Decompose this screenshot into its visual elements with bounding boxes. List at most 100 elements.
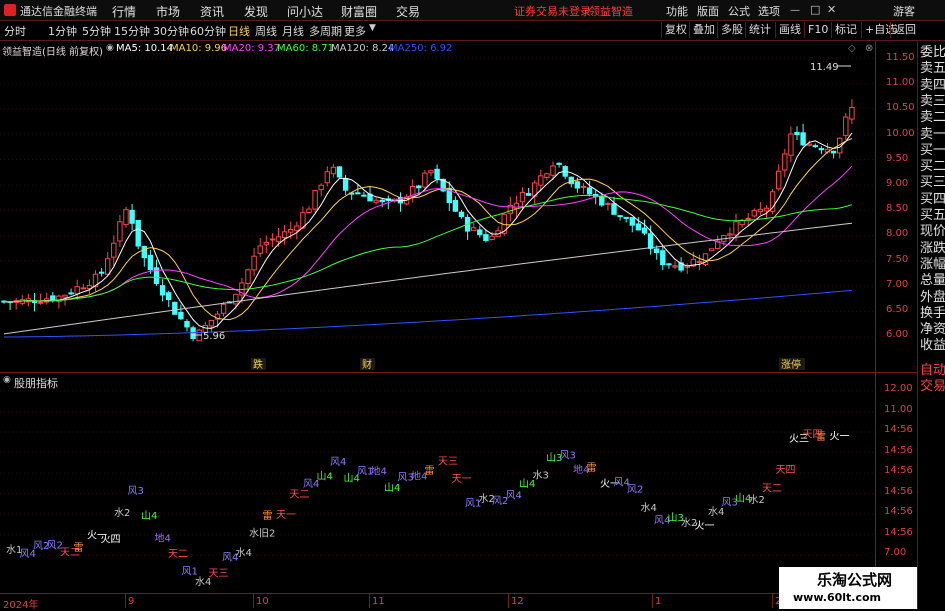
menu-hangqing[interactable]: 行情 [112,3,136,20]
menu-gongshi[interactable]: 公式 [728,3,750,19]
candlestick-chart[interactable]: 11.49 5.96 跌 财 涨停 [0,41,875,371]
menu-faxian[interactable]: 发现 [244,3,268,20]
period-tab-weekly[interactable]: 周线 [255,23,277,39]
period-tab-more[interactable]: 更多 [344,23,366,39]
quote-field-0[interactable]: 委比 [920,45,945,61]
indicator-label: 天四 [776,465,796,476]
menu-shichang[interactable]: 市场 [156,3,180,20]
period-tab-multi[interactable]: 多周期 [309,23,342,39]
candle [684,263,690,274]
candle [129,204,135,231]
indicator-label: 天一 [452,474,472,485]
quote-field-11[interactable]: 现价 [920,224,945,240]
candle [263,235,270,254]
candle [672,261,678,270]
panel-divider[interactable] [0,372,917,373]
trade-login-warning[interactable]: 证券交易未登录 [514,3,591,19]
quote-field-12[interactable]: 涨跌 [920,241,945,257]
price-tick: 8.50 [886,203,909,215]
minimize-icon[interactable]: — [790,5,800,16]
indicator-chart[interactable]: 水1风4风2风2天二雷火一火四水2风3山4地4天二风1水4天三风4水4水旧2雷天… [0,373,875,593]
candle [629,217,635,233]
candle [708,248,715,252]
candle [306,206,312,213]
menu-caifuquan[interactable]: 财富圈 [341,3,377,20]
period-tab-60min[interactable]: 60分钟 [190,23,226,39]
indicator-tick: 14:56 [884,444,913,456]
indicator-tick: 7.00 [884,547,907,558]
guest-user[interactable]: 游客 [893,3,915,19]
quote-field-8[interactable]: 买三 [920,175,945,191]
candle [666,263,672,269]
quote-field-2[interactable]: 卖四 [920,78,945,94]
back-button[interactable]: 返回 [890,22,919,38]
candle [782,148,788,178]
candle [769,188,776,215]
candle [495,226,501,237]
diejia-button[interactable]: 叠加 [689,22,718,38]
quote-field-16[interactable]: 换手 [920,306,945,322]
quote-field-9[interactable]: 买四 [920,192,945,208]
candle [788,126,794,163]
price-tick: 6.50 [886,304,909,315]
quote-field-7[interactable]: 买二 [920,159,945,175]
quote-field-14[interactable]: 总量 [920,273,945,289]
indicator-label: 水旧2 [249,527,275,539]
quote-field-13[interactable]: 涨幅 [920,257,945,273]
candle [324,166,331,187]
menu-wenxiaoda[interactable]: 问小达 [287,3,323,20]
period-tab-fenshi[interactable]: 分时 [4,23,26,39]
menu-banmian[interactable]: 版面 [697,3,719,19]
tongji-button[interactable]: 统计 [745,22,774,38]
fuquan-button[interactable]: 复权 [661,22,690,38]
quote-field-18[interactable]: 收益 [920,338,945,354]
quote-field-15[interactable]: 外盘 [920,290,945,306]
price-tick: 10.00 [886,127,915,139]
quote-field-5[interactable]: 卖一 [920,127,945,143]
indicator-label: 风3 [128,485,144,497]
indicator-label: 风4 [506,489,522,501]
period-tab-5min[interactable]: 5分钟 [82,23,111,39]
indicator-tick: 11.00 [884,403,913,415]
close-icon[interactable]: ✕ [827,3,836,16]
menu-bar: 通达信金融终端 行情 市场 资讯 发现 问小达 财富圈 交易 证券交易未登录 领… [0,0,945,21]
candle [452,196,459,213]
quote-field-10[interactable]: 买五 [920,208,945,224]
app-title: 通达信金融终端 [20,5,97,18]
quote-field-3[interactable]: 卖三 [920,94,945,110]
candle [373,197,379,205]
stock-name-alert[interactable]: 领益智造 [589,3,633,19]
quote-field-20[interactable]: 交易 [920,379,945,395]
duogu-button[interactable]: 多股 [717,22,746,38]
f10-button[interactable]: F10 [804,22,831,38]
candle [696,254,703,271]
menu-xuanxiang[interactable]: 选项 [758,3,780,19]
biaoji-button[interactable]: 标记 [831,22,860,38]
menu-zixun[interactable]: 资讯 [200,3,224,20]
menu-jiaoyi[interactable]: 交易 [396,3,420,20]
indicator-label: 雷 [263,510,273,522]
chevron-down-icon[interactable]: ▼ [369,23,376,33]
menu-gongneng[interactable]: 功能 [666,3,688,19]
candle [31,293,38,312]
indicator-label: 天三 [438,456,458,467]
quote-field-1[interactable]: 卖五 [920,61,945,77]
period-tab-1min[interactable]: 1分钟 [48,23,77,39]
candle [117,214,123,247]
period-tab-15min[interactable]: 15分钟 [114,23,150,39]
indicator-label: 山4 [141,510,157,522]
quote-field-17[interactable]: 净资 [920,322,945,338]
candle [605,201,611,211]
period-tab-30min[interactable]: 30分钟 [153,23,189,39]
quote-field-6[interactable]: 买一 [920,143,945,159]
candle [105,251,111,276]
candle [251,247,257,276]
maximize-icon[interactable]: □ [810,3,820,16]
quote-field-19[interactable]: 自动 [920,363,945,379]
candle [68,288,74,296]
quote-field-4[interactable]: 卖二 [920,110,945,126]
huaxian-button[interactable]: 画线 [775,22,804,38]
candle [800,123,806,146]
period-tab-daily[interactable]: 日线 [228,23,250,39]
period-tab-monthly[interactable]: 月线 [282,23,304,39]
